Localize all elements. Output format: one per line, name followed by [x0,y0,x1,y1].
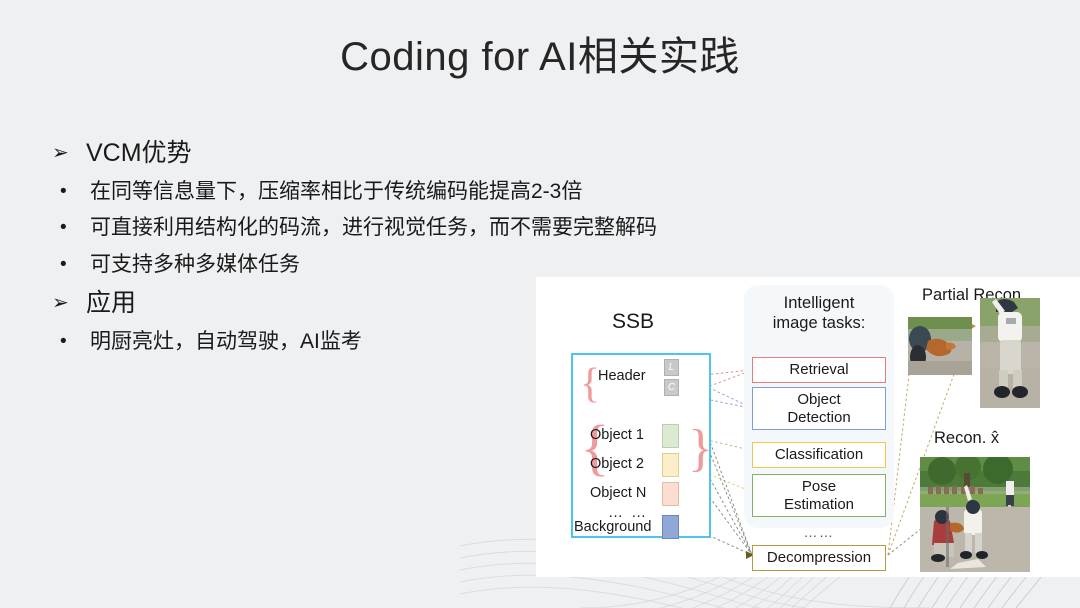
intelligent-tasks-title: Intelligent image tasks: [744,294,894,334]
list-item: • 可直接利用结构化的码流，进行视觉任务，而不需要完整解码 [52,216,712,240]
ssb-row-header: Header [598,368,646,384]
ssb-row-label: Object N [590,485,647,501]
task-classification[interactable]: Classification [752,442,886,468]
dot-bullet-icon: • [60,253,67,275]
list-item: ➢ 应用 [52,289,712,318]
task-label: Decompression [766,549,872,566]
task-decompression[interactable]: Decompression [752,545,886,571]
page-title: Coding for AI相关实践 [340,35,740,79]
ssb-row-object1: Object 1 [590,427,644,443]
ssb-row-label: Object 2 [590,456,644,472]
dot-bullet-icon: • [60,331,67,353]
list-item-label: 明厨亮灶，自动驾驶，AI监考 [90,330,362,354]
objects-brace-right-icon: { [688,420,713,477]
bullet-list: ➢ VCM优势 • 在同等信息量下，压缩率相比于传统编码能提高2-3倍 • 可直… [52,139,712,366]
list-item: • 在同等信息量下，压缩率相比于传统编码能提高2-3倍 [52,180,712,204]
chip-object2 [662,453,679,477]
list-item-label: 应用 [86,289,137,318]
photo-partial-batter [980,298,1040,408]
photo-full-recon [920,457,1030,572]
list-item: ➢ VCM优势 [52,139,712,168]
list-item-label: VCM优势 [86,139,192,167]
chip-c: C [664,379,679,396]
list-item-label: 可直接利用结构化的码流，进行视觉任务，而不需要完整解码 [90,216,657,240]
list-item-label: 可支持多种多媒体任务 [90,252,300,276]
ssb-row-label: Object 1 [590,427,644,443]
ssb-row-background: Background [574,519,651,535]
recon-label: Recon. x̂ [934,429,1000,447]
task-retrieval[interactable]: Retrieval [752,357,886,383]
ssb-row-object2: Object 2 [590,456,644,472]
task-label: Classification [774,446,864,463]
dot-bullet-icon: • [60,181,67,202]
task-label-line1: Object [797,391,841,408]
task-label-line2: Estimation [783,495,855,513]
dot-bullet-icon: • [60,217,67,239]
tasks-title-line2: image tasks: [772,313,866,332]
task-label: Retrieval [789,361,849,378]
photo-partial-glove [908,317,972,375]
list-item-label: 在同等信息量下，压缩率相比于传统编码能提高2-3倍 [90,180,583,203]
chip-background [662,515,679,539]
task-label-line1: Pose [801,478,837,495]
task-ellipsis: …… [803,524,835,540]
arrow-bullet-icon: ➢ [52,292,69,315]
task-label-line2: Detection [787,408,851,426]
task-pose-estimation[interactable]: Pose Estimation [752,474,886,518]
task-object-detection[interactable]: Object Detection [752,387,886,431]
ssb-row-objectN: Object N [590,485,646,501]
tasks-title-line1: Intelligent [783,294,855,312]
arrow-bullet-icon: ➢ [52,142,69,164]
list-item: • 明厨亮灶，自动驾驶，AI监考 [52,330,712,354]
chip-object1 [662,424,679,448]
chip-objectN [662,482,679,506]
ssb-row-label: Background [574,519,652,535]
ssb-row-label: Header [598,368,646,384]
list-item: • 可支持多种多媒体任务 [52,253,712,277]
